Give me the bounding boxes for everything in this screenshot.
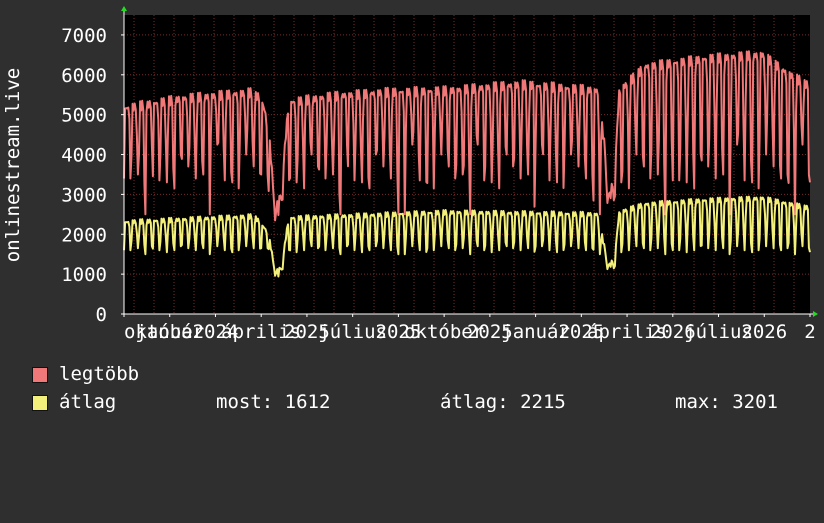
legend-swatch-legtobb xyxy=(32,367,48,383)
legend-item-legtobb: legtöbb xyxy=(32,363,139,385)
chart: 01000200030004000500060007000októberjanu… xyxy=(2,6,818,343)
x-tick-label: 2 xyxy=(804,321,815,343)
plot-area xyxy=(124,15,810,314)
y-tick-label: 6000 xyxy=(61,65,107,87)
y-tick-label: 4000 xyxy=(61,145,107,167)
legend-label-atlag: átlag xyxy=(59,391,117,413)
y-axis-arrow xyxy=(121,6,127,11)
y-tick-label: 0 xyxy=(96,304,107,326)
y-axis-label: onlinestream.live xyxy=(2,68,24,262)
legend-item-atlag: átlag most: 1612 átlag: 2215 max: 3201 xyxy=(32,391,812,413)
legend-swatch-atlag xyxy=(32,395,48,411)
x-tick-label: 2026 xyxy=(741,321,787,343)
y-tick-label: 3000 xyxy=(61,184,107,206)
y-tick-label: 2000 xyxy=(61,224,107,246)
y-tick-label: 7000 xyxy=(61,25,107,47)
stat-most: most: 1612 xyxy=(216,391,331,413)
x-axis-arrow xyxy=(813,311,818,317)
y-tick-label: 5000 xyxy=(61,105,107,127)
legend-label-legtobb: legtöbb xyxy=(59,363,140,385)
y-tick-label: 1000 xyxy=(61,264,107,286)
stat-atlag: átlag: 2215 xyxy=(440,391,566,413)
stat-max: max: 3201 xyxy=(675,391,778,413)
